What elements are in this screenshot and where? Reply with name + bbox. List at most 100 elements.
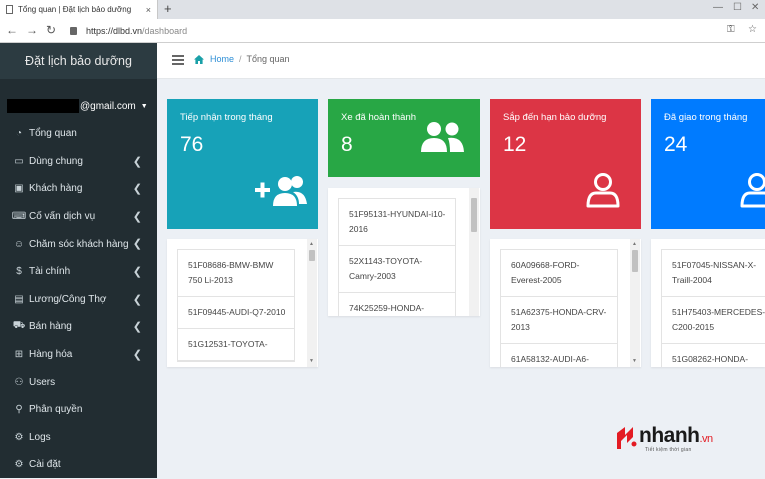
- sidebar-item-label: Bán hàng: [29, 321, 72, 333]
- sidebar-item[interactable]: ▣ Khách hàng ❮: [0, 175, 157, 203]
- app-brand[interactable]: Đặt lịch bảo dưỡng: [0, 43, 157, 79]
- scroll-down-icon[interactable]: ▼: [632, 358, 637, 364]
- sidebar-item-label: Cố vấn dịch vụ: [29, 211, 96, 223]
- scroll-up-icon[interactable]: ▲: [632, 241, 637, 247]
- close-window-icon[interactable]: ✕: [751, 2, 759, 13]
- maximize-icon[interactable]: ☐: [733, 2, 742, 13]
- stat-card-due-soon[interactable]: Sắp đến hạn bảo dưỡng 12: [490, 99, 641, 229]
- logo-domain: .vn: [699, 433, 714, 445]
- folders-icon: ▭: [14, 155, 24, 167]
- scrollbar[interactable]: [469, 188, 479, 316]
- browser-tab-strip: Tổng quan | Đặt lịch bảo dưỡng × + — ☐ ✕: [0, 0, 765, 19]
- card-label: Tiếp nhận trong tháng: [180, 112, 273, 123]
- sidebar-item[interactable]: ▭ Dùng chung ❮: [0, 148, 157, 176]
- sidebar-item-label: Tổng quan: [29, 128, 77, 140]
- list-item[interactable]: 60A09668-FORD-Everest-2005: [501, 250, 617, 297]
- caret-down-icon: ▼: [140, 102, 148, 110]
- sidebar-item[interactable]: ⛟ Bán hàng ❮: [0, 313, 157, 341]
- list-item[interactable]: 51F07045-NISSAN-X-Traill-2004: [662, 250, 765, 297]
- breadcrumb: Home / Tổng quan: [194, 54, 290, 64]
- sidebar-item[interactable]: ☺ Chăm sóc khách hàng ❮: [0, 230, 157, 258]
- reload-icon[interactable]: ↻: [46, 23, 56, 37]
- chevron-left-icon: ❮: [132, 321, 142, 334]
- chevron-left-icon: ❮: [132, 348, 142, 361]
- back-icon[interactable]: ←: [6, 23, 18, 37]
- scrollbar-thumb[interactable]: [632, 250, 638, 272]
- new-tab-button[interactable]: +: [164, 1, 172, 16]
- lock-icon: [70, 27, 77, 35]
- top-bar: Home / Tổng quan: [157, 43, 765, 79]
- sidebar-item[interactable]: ◔ Tổng quan: [0, 120, 157, 148]
- nhanh-logo-mark-icon: [617, 427, 637, 449]
- vehicle-list: 60A09668-FORD-Everest-2005 51A62375-HOND…: [500, 249, 618, 367]
- browser-tab[interactable]: Tổng quan | Đặt lịch bảo dưỡng ×: [0, 0, 158, 19]
- stat-card-completed[interactable]: Xe đã hoàn thành 8: [328, 99, 480, 177]
- scroll-down-icon[interactable]: ▼: [309, 358, 314, 364]
- list-item[interactable]: 51A62375-HONDA-CRV-2013: [501, 297, 617, 344]
- forward-icon[interactable]: →: [26, 23, 38, 37]
- sidebar-item[interactable]: ⚇ Users: [0, 368, 157, 396]
- hamburger-menu-icon[interactable]: [172, 55, 184, 65]
- list-item[interactable]: 51G08262-HONDA-: [662, 344, 765, 367]
- list-received[interactable]: 51F08686-BMW-BMW 750 Li-2013 51F09445-AU…: [167, 239, 318, 367]
- minimize-icon[interactable]: —: [713, 2, 723, 13]
- vehicle-list: 51F95131-HYUNDAI-i10-2016 52X1143-TOYOTA…: [338, 198, 456, 316]
- list-item[interactable]: 74K25259-HONDA-: [339, 293, 455, 316]
- user-key-icon: ⚲: [15, 404, 23, 416]
- page-icon: [6, 5, 13, 14]
- gear-icon: ⚙: [14, 459, 24, 471]
- address-bar[interactable]: https://dlbd.vn /dashboard: [70, 22, 725, 40]
- home-icon: [194, 54, 204, 64]
- user-menu[interactable]: @gmail.com ▼: [0, 96, 157, 116]
- card-label: Xe đã hoàn thành: [341, 112, 417, 123]
- list-item[interactable]: 52X1143-TOYOTA-Camry-2003: [339, 246, 455, 293]
- stat-card-delivered[interactable]: Đã giao trong tháng 24: [651, 99, 765, 229]
- list-item[interactable]: 51F08686-BMW-BMW 750 Li-2013: [178, 250, 294, 297]
- logo-wordmark: nhanh.vn: [639, 424, 713, 448]
- users-icon: ⚇: [14, 376, 24, 388]
- chevron-left-icon: ❮: [132, 293, 142, 306]
- card-count: 8: [341, 133, 353, 156]
- logo-tagline: Tiết kiệm thời gian: [645, 447, 692, 453]
- scrollbar[interactable]: ▲ ▼: [630, 239, 640, 367]
- user-icon: [586, 173, 620, 208]
- sidebar-item-label: Logs: [29, 431, 51, 443]
- sidebar-item[interactable]: $ Tài chính ❮: [0, 258, 157, 286]
- list-completed[interactable]: 51F95131-HYUNDAI-i10-2016 52X1143-TOYOTA…: [328, 188, 480, 316]
- chevron-left-icon: ❮: [132, 210, 142, 223]
- list-item[interactable]: 51F95131-HYUNDAI-i10-2016: [339, 199, 455, 246]
- list-item[interactable]: 51H75403-MERCEDES-C200-2015: [662, 297, 765, 344]
- sidebar-item[interactable]: ⚙ Cài đặt: [0, 451, 157, 479]
- chevron-left-icon: ❮: [132, 183, 142, 196]
- sidebar-item-label: Chăm sóc khách hàng: [29, 238, 129, 250]
- sidebar-item[interactable]: ⚲ Phân quyền: [0, 396, 157, 424]
- clipboard-icon: ▤: [14, 293, 24, 305]
- stat-card-received[interactable]: Tiếp nhận trong tháng 76: [167, 99, 318, 229]
- star-icon[interactable]: ☆: [748, 24, 757, 35]
- list-item[interactable]: 51G12531-TOYOTA-: [178, 329, 294, 361]
- sidebar-item-label: Tài chính: [29, 266, 71, 278]
- card-label: Đã giao trong tháng: [664, 112, 748, 123]
- sidebar-item-label: Lương/Công Thợ: [29, 293, 107, 305]
- scrollbar[interactable]: ▲ ▼: [307, 239, 317, 367]
- chevron-left-icon: ❮: [132, 265, 142, 278]
- scrollbar-thumb[interactable]: [471, 198, 477, 232]
- list-item[interactable]: 51F09445-AUDI-Q7-2010: [178, 297, 294, 329]
- sidebar-item[interactable]: ⊞ Hàng hóa ❮: [0, 341, 157, 369]
- sidebar-item[interactable]: ⌨ Cố vấn dịch vụ ❮: [0, 203, 157, 231]
- scrollbar-thumb[interactable]: [309, 250, 315, 261]
- gift-icon: ⊞: [14, 349, 24, 361]
- list-due-soon[interactable]: 60A09668-FORD-Everest-2005 51A62375-HOND…: [490, 239, 641, 367]
- list-delivered[interactable]: 51F07045-NISSAN-X-Traill-2004 51H75403-M…: [651, 239, 765, 367]
- browser-toolbar: ← → ↻ https://dlbd.vn /dashboard ⚿ ☆: [0, 19, 765, 43]
- advisor-icon: ⌨: [11, 211, 27, 223]
- sidebar-item-label: Phân quyền: [29, 404, 83, 416]
- key-icon[interactable]: ⚿: [727, 24, 735, 35]
- sidebar-item[interactable]: ▤ Lương/Công Thợ ❮: [0, 286, 157, 314]
- sidebar-item[interactable]: ⚙ Logs: [0, 424, 157, 452]
- close-tab-icon[interactable]: ×: [146, 5, 151, 15]
- list-item[interactable]: 61A58132-AUDI-A6-: [501, 344, 617, 367]
- breadcrumb-home-link[interactable]: Home: [210, 54, 234, 64]
- scroll-up-icon[interactable]: ▲: [309, 241, 314, 247]
- card-count: 76: [180, 133, 204, 156]
